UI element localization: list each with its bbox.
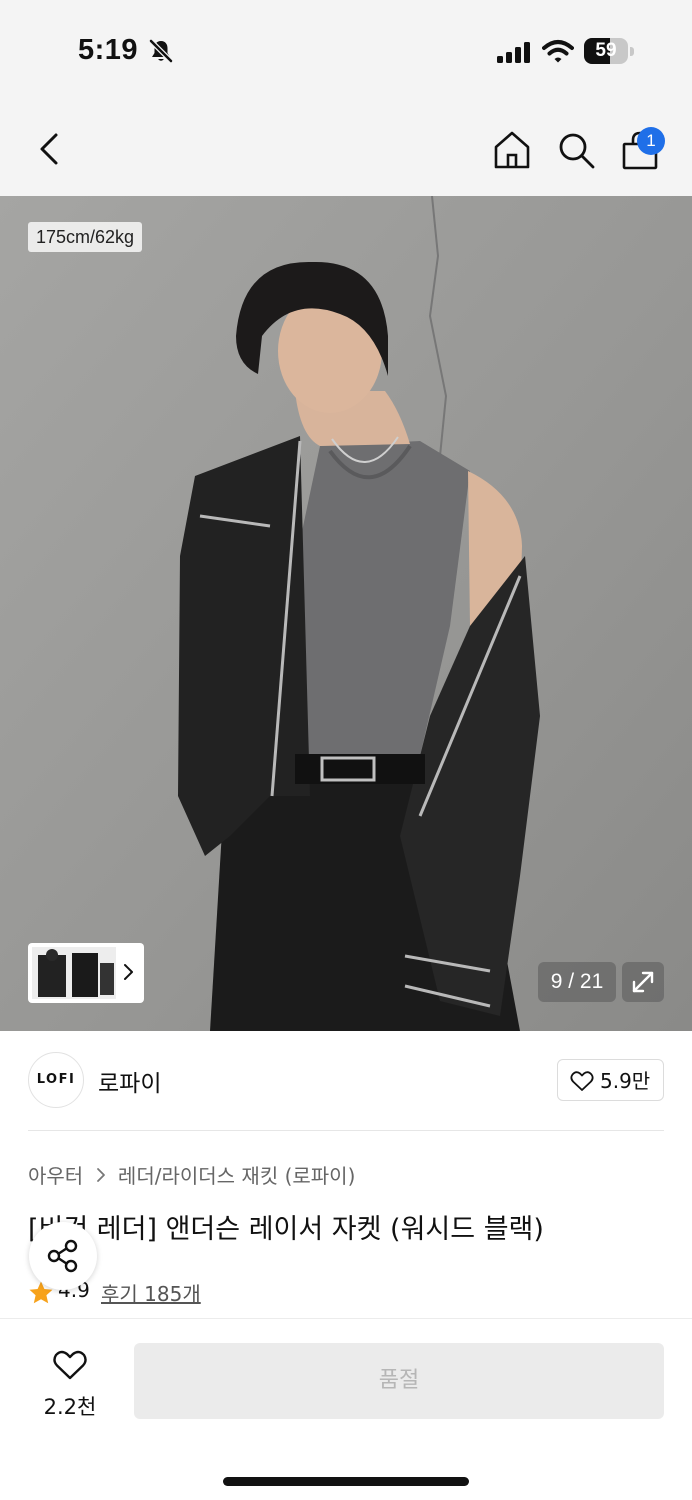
image-counter: 9 / 21: [538, 962, 616, 1002]
brand-name[interactable]: 로파이: [98, 1064, 161, 1098]
brand-like-count: 5.9만: [600, 1069, 651, 1093]
search-icon[interactable]: [556, 130, 596, 170]
product-photo: [0, 196, 692, 1031]
expand-button[interactable]: [622, 962, 664, 1002]
battery-nub: [630, 47, 634, 56]
product-title: [비건 레더] 앤더슨 레이서 자켓 (워시드 블랙): [28, 1214, 544, 1245]
brand-like-button[interactable]: 5.9만: [557, 1059, 664, 1101]
battery-body: 59: [584, 38, 628, 64]
wishlist-count: 2.2천: [43, 1395, 97, 1419]
bell-slash-icon: [149, 39, 173, 63]
chevron-right-icon: [124, 964, 133, 980]
heart-outline-icon: [570, 1071, 594, 1091]
thumbnail-image: [32, 947, 116, 999]
breadcrumb-item-category[interactable]: 레더/라이더스 재킷 (로파이): [118, 1164, 355, 1188]
share-button[interactable]: [29, 1222, 97, 1290]
sold-out-button[interactable]: 품절: [134, 1343, 664, 1419]
cart-count-badge: 1: [637, 127, 665, 155]
breadcrumb-item-outer[interactable]: 아우터: [28, 1164, 83, 1188]
signal-icon: [497, 42, 530, 63]
status-bar: 5:19 59: [0, 0, 692, 98]
top-nav-bar: [0, 98, 692, 196]
thumbnail-strip-button[interactable]: [28, 943, 144, 1003]
brand-logo[interactable]: LOFI: [28, 1052, 84, 1108]
battery-icon: 59: [584, 38, 634, 64]
wishlist-button[interactable]: 2.2천: [30, 1345, 110, 1425]
breadcrumb: 아우터 레더/라이더스 재킷 (로파이): [28, 1160, 355, 1189]
battery-percent: 59: [595, 40, 617, 61]
chevron-right-icon: [96, 1168, 105, 1182]
share-icon: [47, 1239, 78, 1273]
wifi-icon: [542, 40, 574, 63]
model-size-tag: 175cm/62kg: [28, 222, 143, 252]
review-count-link[interactable]: 후기 185개: [101, 1278, 201, 1307]
expand-icon: [632, 971, 654, 993]
thumbnail-photo: [32, 947, 116, 999]
home-icon[interactable]: [492, 130, 532, 170]
product-image-gallery[interactable]: 175cm/62kg 9 / 21: [0, 196, 692, 1031]
home-indicator: [223, 1477, 469, 1486]
back-icon[interactable]: [36, 132, 64, 166]
bottom-action-bar: 2.2천 품절: [0, 1318, 692, 1500]
divider: [28, 1130, 664, 1131]
heart-outline-icon: [53, 1350, 87, 1380]
status-time: 5:19: [78, 34, 139, 66]
